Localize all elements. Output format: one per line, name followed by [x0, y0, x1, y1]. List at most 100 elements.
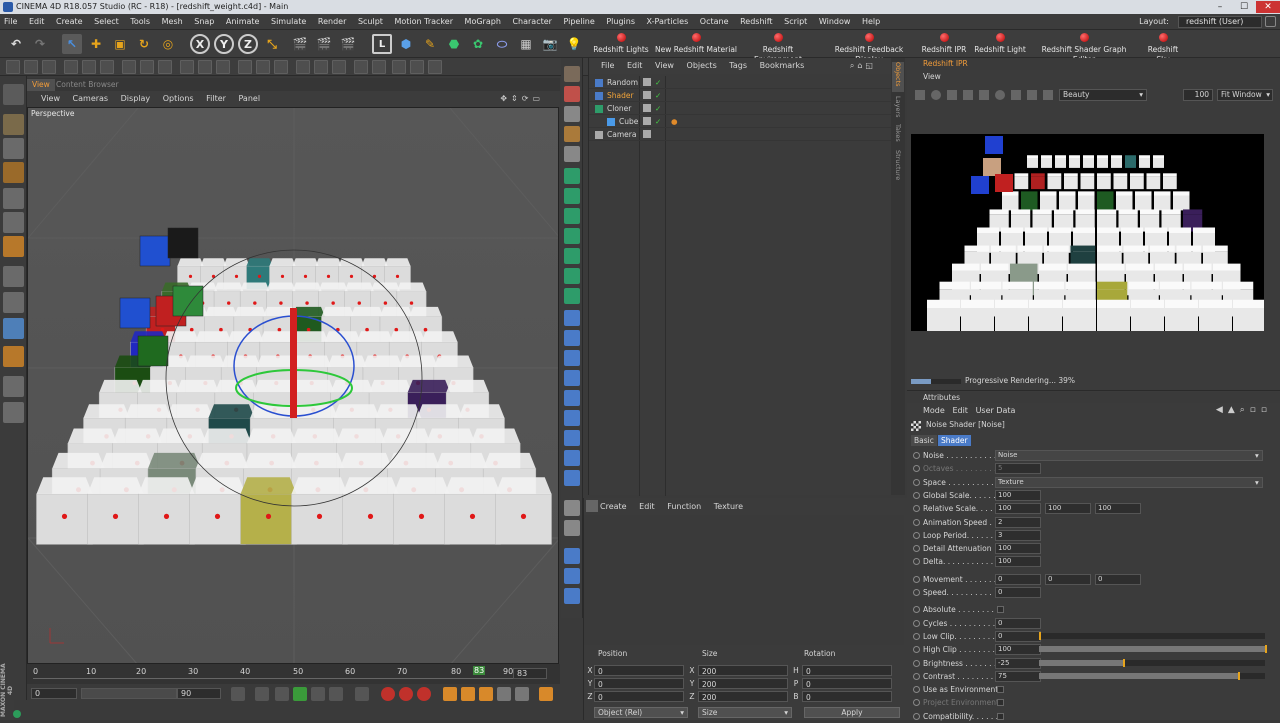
apply-button[interactable]: Apply — [804, 707, 900, 718]
menu-render[interactable]: Render — [314, 14, 351, 30]
side-tab-takes[interactable]: Takes — [892, 124, 904, 148]
attr-menu-user-data[interactable]: User Data — [976, 406, 1016, 415]
end-frame-field[interactable]: 90 — [177, 688, 221, 699]
field-box-icon[interactable] — [564, 588, 580, 604]
workplane-icon[interactable] — [42, 60, 56, 74]
redshift-light-button[interactable]: Redshift Light — [972, 33, 1028, 57]
effector-delay-icon[interactable] — [564, 390, 580, 406]
animate-key-dot-icon[interactable] — [913, 575, 920, 583]
menu-file[interactable]: File — [0, 14, 22, 30]
cloner-icon[interactable]: ✿ — [468, 34, 488, 54]
menu-snap[interactable]: Snap — [190, 14, 219, 30]
mograph-effector-icon[interactable] — [564, 268, 580, 284]
menu-character[interactable]: Character — [508, 14, 557, 30]
spline-snap-icon[interactable] — [274, 60, 288, 74]
layout-lock-icon[interactable] — [1265, 16, 1276, 27]
live-selection-icon[interactable]: ↖ — [62, 34, 82, 54]
attribute-value-field[interactable]: 0 — [1045, 573, 1091, 585]
attribute-value-field[interactable]: 100 — [995, 489, 1041, 501]
side-tab-objects[interactable]: Objects — [892, 62, 904, 92]
attr-menu-edit[interactable]: Edit — [952, 406, 968, 415]
attribute-value-field[interactable]: -25 — [995, 657, 1041, 669]
coord-mode-select[interactable]: Object (Rel) ▾ — [594, 707, 688, 718]
sculpt-tool-icon[interactable] — [564, 66, 580, 82]
cube-primitive-icon[interactable]: ⬢ — [396, 34, 416, 54]
brush-tool-icon[interactable] — [564, 126, 580, 142]
vp-menu-display[interactable]: Display — [121, 94, 151, 103]
attribute-value-field[interactable]: 2 — [995, 516, 1041, 528]
paint-tool-icon[interactable] — [564, 106, 580, 122]
ipr-render-image[interactable] — [911, 134, 1264, 331]
size-mode-select[interactable]: Size ▾ — [698, 707, 792, 718]
animate-key-dot-icon[interactable] — [913, 712, 920, 720]
symmetry-icon[interactable] — [372, 60, 386, 74]
object-row-random[interactable]: Random ✓ — [589, 76, 892, 89]
effector-plain-icon[interactable] — [564, 310, 580, 326]
attribute-slider[interactable] — [1039, 645, 1267, 654]
close-button[interactable]: ✕ — [1256, 1, 1280, 13]
current-frame-field[interactable]: 83 — [513, 668, 547, 679]
subdivision-icon[interactable]: ⬣ — [444, 34, 464, 54]
attribute-slider-handle[interactable] — [1039, 631, 1041, 640]
attribute-value-field[interactable]: 0 — [995, 617, 1041, 629]
rotation-b-field[interactable]: 0 — [802, 691, 892, 702]
edges-mode-icon[interactable] — [82, 60, 96, 74]
position-y-field[interactable]: 0 — [594, 678, 684, 689]
animate-key-dot-icon[interactable] — [913, 465, 920, 473]
attribute-checkbox[interactable] — [997, 686, 1004, 694]
ipr-refresh-icon[interactable] — [931, 90, 941, 100]
spline-pen-icon[interactable]: ✎ — [420, 34, 440, 54]
animate-key-dot-icon[interactable] — [913, 505, 920, 513]
knife-tool-icon[interactable] — [564, 146, 580, 162]
render-view-icon[interactable]: 🎬 — [290, 34, 310, 54]
redshift-feedback-display-button[interactable]: Redshift Feedback Display — [822, 33, 916, 64]
playhead[interactable]: 83 — [473, 666, 486, 675]
record-icon[interactable] — [381, 687, 395, 701]
menu-sculpt[interactable]: Sculpt — [354, 14, 388, 30]
points-mode-icon[interactable] — [64, 60, 78, 74]
attribute-slider-handle[interactable] — [1122, 658, 1125, 667]
ipr-grid-icon[interactable] — [979, 90, 989, 100]
animate-key-dot-icon[interactable] — [913, 606, 920, 614]
attribute-slider[interactable] — [1039, 658, 1265, 667]
timeline-settings-icon[interactable] — [539, 687, 553, 701]
model-mode-icon[interactable] — [6, 60, 20, 74]
menu-create[interactable]: Create — [52, 14, 88, 30]
viewport-nav-icons[interactable]: ✥⇕⟳▭ — [500, 91, 544, 107]
edges-tool-icon[interactable] — [3, 212, 24, 233]
object-manager-pin-icon[interactable] — [564, 500, 580, 516]
ipr-snapshot-icon[interactable] — [963, 90, 973, 100]
magnet-tool-icon[interactable] — [3, 346, 24, 367]
workplane-tool-icon[interactable] — [3, 162, 24, 183]
texture-mode-icon[interactable] — [24, 60, 38, 74]
camera-icon[interactable]: 📷 — [540, 34, 560, 54]
model-icon[interactable] — [3, 114, 24, 135]
attribute-checkbox[interactable] — [997, 606, 1004, 614]
animate-key-dot-icon[interactable] — [913, 531, 920, 539]
play-icon[interactable] — [293, 687, 307, 701]
floor-icon[interactable]: ▦ — [516, 34, 536, 54]
key-rotation-icon[interactable] — [479, 687, 493, 701]
points-tool-icon[interactable] — [3, 188, 24, 209]
ipr-aov-select[interactable]: Beauty ▾ — [1059, 89, 1147, 101]
attribute-value-field[interactable]: 0 — [995, 630, 1041, 642]
tweak-mode-icon[interactable] — [140, 60, 154, 74]
menu-simulate[interactable]: Simulate — [267, 14, 311, 30]
next-frame-icon[interactable] — [311, 687, 325, 701]
ipr-region-icon[interactable] — [1043, 90, 1053, 100]
go-to-start-icon[interactable] — [231, 687, 245, 701]
polygon-snap-icon[interactable] — [256, 60, 270, 74]
coordinate-system-icon[interactable]: ⤡ — [262, 34, 282, 54]
attribute-slider[interactable] — [1039, 631, 1265, 640]
object-row-cloner[interactable]: Cloner ✓ — [589, 102, 892, 115]
key-pla-icon[interactable] — [515, 687, 529, 701]
obj-menu-tags[interactable]: Tags — [729, 61, 747, 70]
rotate-gizmo-red-axis[interactable] — [290, 308, 297, 418]
quantize-icon[interactable] — [354, 60, 368, 74]
animate-key-dot-icon[interactable] — [913, 545, 920, 553]
attribute-value-field[interactable]: Texture — [995, 476, 1263, 488]
layout-grid-icon[interactable] — [3, 376, 24, 397]
grid-icon[interactable] — [428, 60, 442, 74]
perspective-viewport[interactable]: Perspective — [27, 107, 559, 664]
texture-icon[interactable] — [3, 138, 24, 159]
